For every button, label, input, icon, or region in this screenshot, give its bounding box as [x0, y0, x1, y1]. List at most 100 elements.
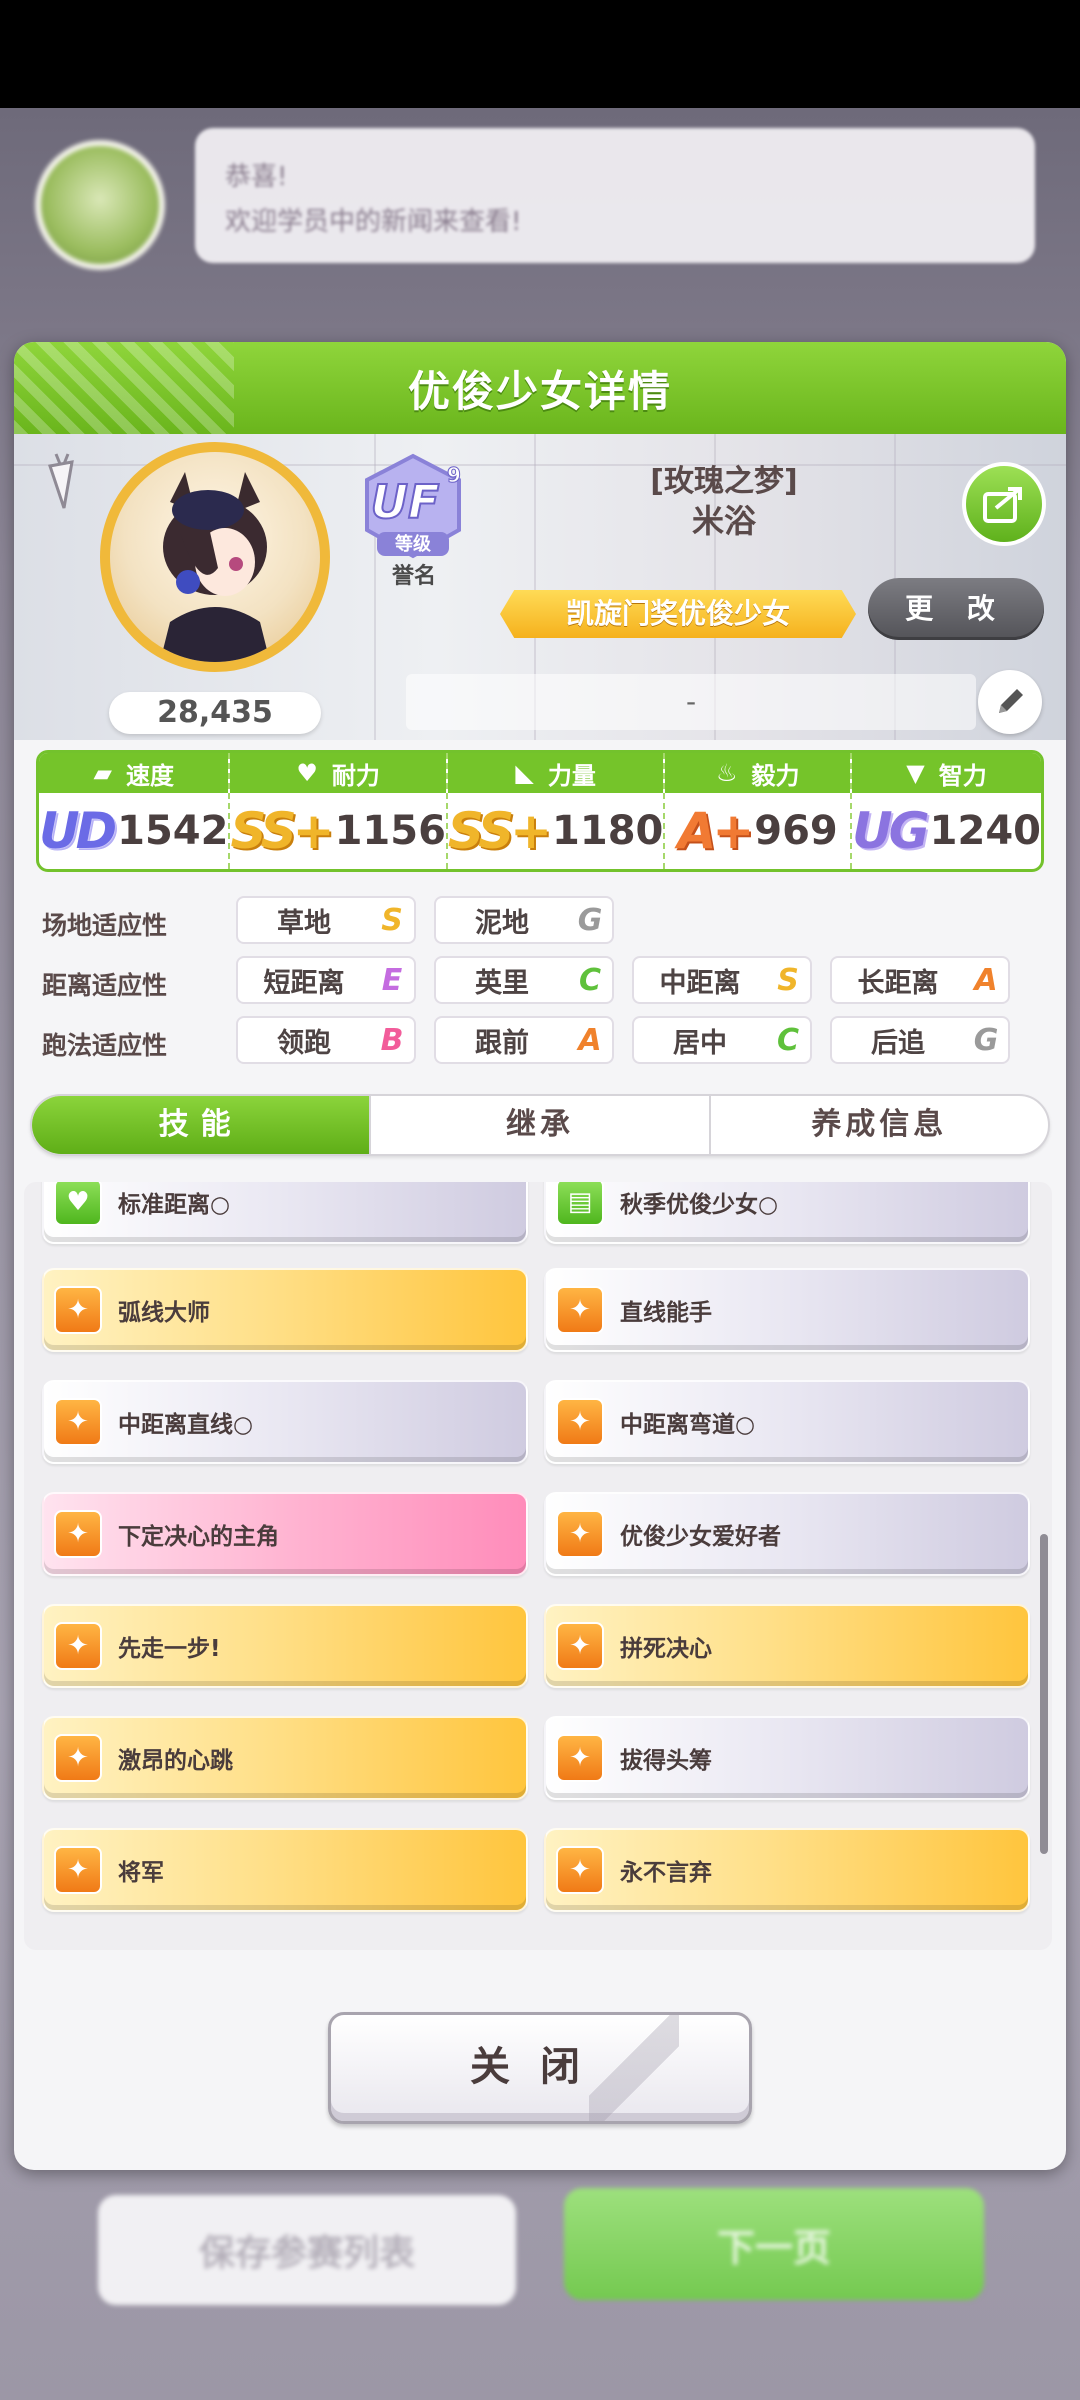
skill-item[interactable]: ✦ 先走一步!	[42, 1604, 528, 1688]
character-portrait[interactable]	[100, 442, 330, 672]
skill-item[interactable]: ✦ 优俊少女爱好者	[544, 1492, 1030, 1576]
detail-tabs: 技能 继承 养成信息	[30, 1094, 1050, 1156]
skill-item[interactable]: ✦ 直线能手	[544, 1268, 1030, 1352]
aptitude-runner: 领跑 B	[236, 1016, 416, 1064]
card-icon: ▤	[556, 1182, 604, 1226]
bg-bubble-line2: 欢迎学员中的新闻来查看!	[225, 207, 522, 237]
runner-icon: ✦	[556, 1398, 604, 1446]
aptitude-betweener: 居中 C	[632, 1016, 812, 1064]
runner-icon: ✦	[54, 1846, 102, 1894]
aptitude-mile: 英里 C	[434, 956, 614, 1004]
character-name: 米浴	[691, 502, 756, 540]
skill-item[interactable]: ✦ 拔得头筹	[544, 1716, 1030, 1800]
stat-value: 1180	[552, 808, 664, 854]
track-aptitude-label: 场地适应性	[42, 911, 168, 940]
dialog-title: 优俊少女详情	[407, 366, 672, 416]
stat-grade: A+	[677, 802, 755, 860]
stat-label: 速度	[125, 761, 174, 790]
skill-item[interactable]: ✦ 拼死决心	[544, 1604, 1030, 1688]
dialog-header: 优俊少女详情	[14, 342, 1066, 434]
shoe-icon: ▰	[93, 759, 112, 787]
skill-item[interactable]: ✦ 永不言弃	[544, 1828, 1030, 1912]
next-button: 下一页	[564, 2188, 984, 2300]
tab-skills[interactable]: 技能	[32, 1096, 372, 1154]
track-aptitude-row: 场地适应性 草地 S 泥地 G	[14, 896, 1066, 946]
aptitude-leader: 跟前 A	[434, 1016, 614, 1064]
heart-icon: ♥	[296, 759, 318, 787]
stat-power: ◣ 力量 SS+ 1180	[447, 753, 666, 869]
runner-icon: ✦	[556, 1510, 604, 1558]
umamusume-detail-dialog: 优俊少女详情 28,435 UF 9 等级 誉名 [玫瑰之梦] 米浴 凯旋门奖优…	[14, 342, 1066, 2170]
stat-grade: SS+	[230, 802, 334, 860]
stat-label: 力量	[547, 761, 596, 790]
comment-field[interactable]: -	[406, 674, 976, 730]
aptitude-long: 长距离 A	[830, 956, 1010, 1004]
bg-avatar	[35, 140, 165, 270]
stat-guts: ♨ 毅力 A+ 969	[665, 753, 853, 869]
skill-item[interactable]: ✦ 中距离弯道○	[544, 1380, 1030, 1464]
stat-value: 1240	[929, 808, 1041, 854]
svg-text:9: 9	[447, 463, 461, 487]
runner-icon: ✦	[556, 1286, 604, 1334]
svg-text:等级: 等级	[395, 533, 432, 555]
distance-aptitude-row: 距离适应性 短距离 E 英里 C 中距离 S 长距离 A	[14, 956, 1066, 1006]
fan-count: 28,435	[109, 692, 321, 734]
stat-value: 969	[754, 808, 838, 854]
skill-item[interactable]: ▤ 秋季优俊少女○	[544, 1182, 1030, 1244]
runner-icon: ✦	[54, 1398, 102, 1446]
stat-grade: UD	[39, 802, 117, 860]
stat-grade: UG	[852, 802, 930, 860]
character-title: [玫瑰之梦]	[650, 464, 798, 499]
status-bar	[0, 0, 1080, 108]
stat-wisdom: ▼ 智力 UG 1240	[852, 753, 1041, 869]
skill-item[interactable]: ✦ 中距离直线○	[42, 1380, 528, 1464]
stats-panel: ▰ 速度 UD 1542 ♥ 耐力 SS+ 1156 ◣ 力量 SS+ 1180 ♨ 毅力 A…	[36, 750, 1044, 872]
graduation-cap-icon: ▼	[906, 759, 925, 787]
runner-icon: ✦	[54, 1286, 102, 1334]
close-button[interactable]: 关闭	[328, 2012, 752, 2124]
tab-inheritance[interactable]: 继承	[371, 1096, 711, 1154]
carrot-icon	[48, 453, 74, 509]
skill-item[interactable]: ✦ 下定决心的主角	[42, 1492, 528, 1576]
character-illustration	[160, 472, 270, 662]
change-epithet-button[interactable]: 更 改	[868, 578, 1044, 640]
svg-text:UF: UF	[371, 475, 440, 529]
aptitude-turf: 草地 S	[236, 896, 416, 944]
stat-speed: ▰ 速度 UD 1542	[39, 753, 231, 869]
share-button[interactable]	[962, 462, 1046, 546]
stat-stamina: ♥ 耐力 SS+ 1156	[230, 753, 448, 869]
style-aptitude-label: 跑法适应性	[42, 1031, 168, 1060]
runner-icon: ✦	[556, 1622, 604, 1670]
skills-scrollbar[interactable]	[1040, 1534, 1048, 1854]
share-icon	[983, 487, 1022, 523]
skill-item[interactable]: ✦ 将军	[42, 1828, 528, 1912]
bg-speech-bubble: 恭喜! 欢迎学员中的新闻来查看!	[195, 128, 1035, 263]
skill-item[interactable]: ✦ 弧线大师	[42, 1268, 528, 1352]
tab-training-info[interactable]: 养成信息	[711, 1096, 1048, 1154]
stat-label: 毅力	[751, 761, 800, 790]
flame-icon: ♨	[715, 759, 738, 787]
skill-item[interactable]: ♥ 标准距离○	[42, 1182, 528, 1244]
stat-grade: SS+	[447, 802, 552, 860]
stat-value: 1156	[334, 808, 446, 854]
aptitude-medium: 中距离 S	[632, 956, 812, 1004]
distance-aptitude-label: 距离适应性	[42, 971, 168, 1000]
skills-list[interactable]: ♥ 标准距离○ ▤ 秋季优俊少女○ ✦ 弧线大师 ✦ 直线能手 ✦ 中距离直线○…	[24, 1182, 1052, 1950]
heart-icon: ♥	[54, 1182, 102, 1226]
skill-item[interactable]: ✦ 激昂的心跳	[42, 1716, 528, 1800]
stat-label: 智力	[938, 761, 987, 790]
profile-section: 28,435 UF 9 等级 誉名 [玫瑰之梦] 米浴 凯旋门奖优俊少女 更 改…	[14, 434, 1066, 740]
aptitude-dirt: 泥地 G	[434, 896, 614, 944]
aptitude-sprint: 短距离 E	[236, 956, 416, 1004]
edit-comment-button[interactable]	[978, 670, 1042, 734]
aptitude-chaser: 后追 G	[830, 1016, 1010, 1064]
stat-value: 1542	[117, 808, 229, 854]
rank-badge-icon: UF 9 等级	[365, 453, 461, 559]
stat-label: 耐力	[331, 761, 380, 790]
runner-icon: ✦	[556, 1734, 604, 1782]
rank-label: 誉名	[391, 564, 436, 589]
epithet-banner: 凯旋门奖优俊少女	[500, 590, 856, 638]
pencil-icon	[999, 689, 1023, 713]
save-list-button: 保存参赛列表	[98, 2195, 516, 2305]
muscle-icon: ◣	[515, 759, 534, 787]
